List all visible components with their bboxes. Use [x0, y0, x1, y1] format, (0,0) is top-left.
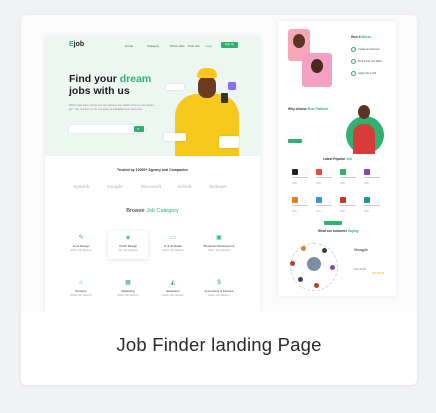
person-hat: [197, 68, 217, 78]
step-item: Apply For A Job: [351, 71, 376, 76]
person-face: [358, 105, 370, 119]
person-face: [198, 76, 216, 98]
job-card[interactable]: [364, 169, 386, 189]
brand-logo: Walmart: [209, 184, 227, 189]
nav-category[interactable]: Category: [147, 44, 159, 48]
google-logo: Google: [354, 247, 368, 252]
person-photo: [311, 59, 323, 73]
browse-title: Browse Job Category: [126, 208, 179, 214]
avatar-dot: [322, 248, 327, 253]
rating-stars: ★★★★★: [372, 271, 385, 275]
brand-logo: Upwork: [73, 184, 90, 189]
job-card[interactable]: [316, 197, 338, 217]
review-title: What our customer Saying: [318, 229, 359, 233]
avatar-dot: [298, 277, 303, 282]
category-card[interactable]: ⌂ Property 2000+ Job Vacancy: [61, 276, 101, 304]
category-card[interactable]: ◭ Education 1200+ Job Vacancy: [153, 276, 193, 304]
layers-icon: ◈: [125, 235, 131, 241]
step-item: Find A Job You Want: [351, 59, 382, 64]
step-item: Create An Account: [351, 47, 379, 52]
job-card[interactable]: [340, 197, 362, 217]
hero-subtitle: With a few lines of text you can always …: [69, 103, 155, 111]
phone-icon: [221, 93, 228, 103]
nav-show-jobs[interactable]: Show Jobs: [170, 44, 185, 48]
home-icon: ⌂: [79, 280, 83, 286]
job-card[interactable]: [340, 169, 362, 189]
brand-logo: Google: [107, 184, 123, 189]
avatars-badge: [219, 136, 239, 148]
why-button[interactable]: [288, 139, 302, 143]
reviewer-avatar: [307, 257, 321, 271]
job-card[interactable]: [292, 197, 314, 217]
hero-title: Find your dream jobs with us: [69, 73, 152, 97]
avatar-dot: [330, 265, 335, 270]
brand-logo: Microsoft: [141, 184, 162, 189]
category-card[interactable]: ▣ Business Development 1500+ Job Vacancy: [199, 231, 239, 259]
category-card[interactable]: $ Accounting & Finance 1800+ Job Vacancy: [199, 276, 239, 304]
trusted-title: Trusted by 10000+ Agency and Companies: [117, 168, 188, 172]
logo[interactable]: Ejob: [69, 41, 84, 48]
nav-home[interactable]: Home: [125, 44, 133, 48]
landing-page-preview: Ejob Home Category Show Jobs Post Job Lo…: [45, 36, 260, 312]
person-illustration: [353, 124, 375, 154]
monitor-icon: ▭: [170, 235, 176, 241]
pen-icon: ✎: [78, 235, 84, 241]
brand-logo: Airbnb: [177, 184, 192, 189]
reviewer-name: John Smith: [354, 268, 366, 271]
category-card[interactable]: ▦ Marketing 3500+ Job Vacancy: [108, 276, 148, 304]
job-card[interactable]: [364, 197, 386, 217]
caption-box: Job Finder landing Page: [21, 312, 417, 385]
search-icon: ⌕: [137, 126, 140, 131]
login-link[interactable]: Login: [205, 44, 212, 48]
signup-button[interactable]: Sign Up: [221, 42, 238, 48]
floating-badge-purple: [228, 82, 236, 90]
dollar-icon: $: [217, 280, 221, 286]
job-card[interactable]: [316, 169, 338, 189]
briefcase-icon: ▣: [216, 235, 222, 241]
chart-icon: ▦: [125, 280, 131, 286]
floating-badge-lower: [164, 133, 186, 141]
avatar-dot: [290, 261, 295, 266]
why-title: Why choose Best Platform: [288, 107, 329, 111]
person-photo: [293, 34, 305, 48]
category-card[interactable]: ▭ IT & Software 1500+ Job Vacancy: [153, 231, 193, 259]
how-title: How it Works: [351, 35, 372, 39]
category-card[interactable]: ✎ Art & Design 2000+ Job Vacancy: [61, 231, 101, 259]
view-all-button[interactable]: [324, 221, 342, 225]
secondary-page-preview: How it Works Create An Account Find A Jo…: [278, 21, 396, 296]
nav-post-job[interactable]: Post Job: [188, 44, 200, 48]
latest-title: Latest Popular Job: [323, 157, 352, 161]
floating-badge: [166, 84, 184, 90]
avatar-dot: [301, 246, 306, 251]
job-card[interactable]: [292, 169, 314, 189]
category-card-active[interactable]: ◈ UI/UX Design 3K+ Job Vacancy: [108, 231, 148, 259]
cap-icon: ◭: [170, 280, 176, 286]
caption-title: Job Finder landing Page: [116, 334, 322, 355]
avatar-dot: [314, 283, 319, 288]
